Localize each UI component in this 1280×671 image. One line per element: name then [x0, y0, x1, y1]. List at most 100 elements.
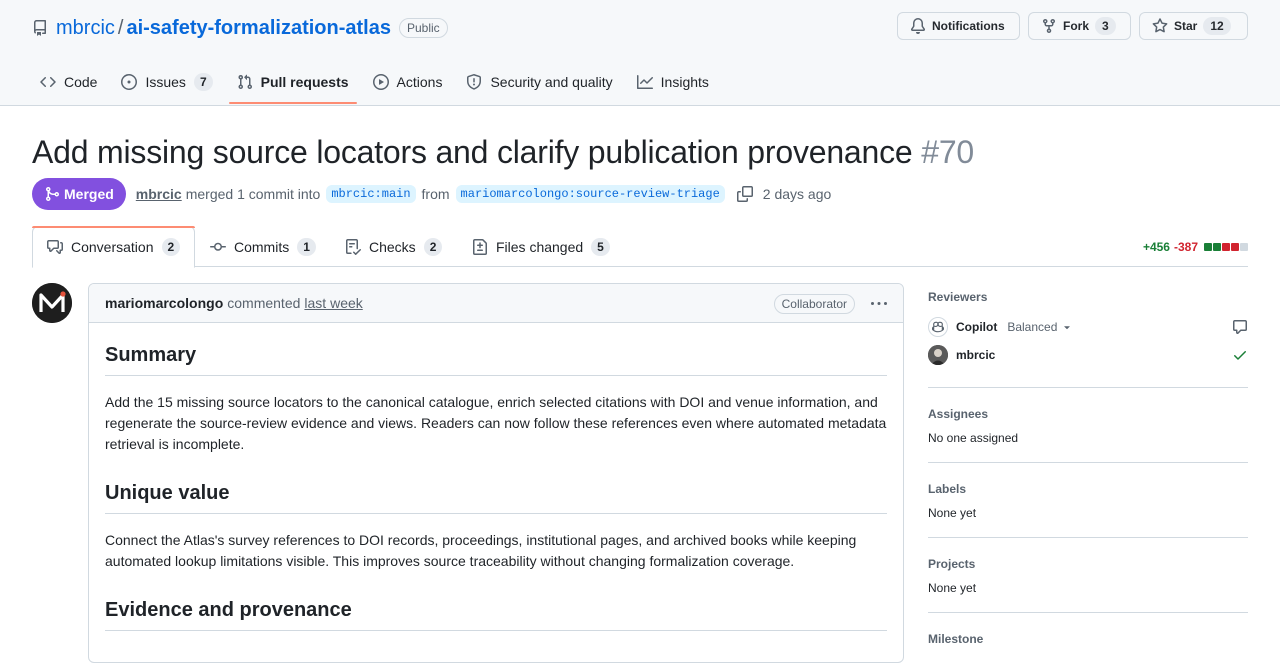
nav-issues-label: Issues	[145, 74, 186, 90]
nav-pull-requests[interactable]: Pull requests	[228, 62, 357, 104]
nav-security-label: Security and quality	[490, 74, 613, 90]
diff-block	[1204, 243, 1212, 251]
fork-count: 3	[1095, 17, 1116, 35]
comment-verb: commented	[227, 295, 301, 311]
comment-body: Summary Add the 15 missing source locato…	[89, 323, 903, 662]
milestone-section: Milestone	[928, 613, 1248, 671]
star-icon	[1152, 18, 1168, 33]
repo-actions: Notifications Fork 3 Star 12	[897, 12, 1248, 40]
visibility-badge: Public	[398, 18, 448, 38]
pr-time: 2 days ago	[762, 186, 832, 202]
repo-icon	[34, 20, 46, 36]
projects-value: None yet	[928, 581, 977, 595]
tab-files-changed-count: 5	[591, 237, 610, 256]
reviewer-avatar	[928, 345, 948, 365]
star-count: 12	[1203, 17, 1231, 35]
comment-author-link[interactable]: mariomarcolongo	[105, 295, 223, 311]
repo-header: mbrcic / ai-safety-formalization-atlas P…	[0, 0, 1280, 106]
nav-pull-requests-label: Pull requests	[260, 74, 349, 90]
base-branch[interactable]: mbrcic:main	[326, 185, 416, 203]
checklist-icon	[346, 238, 361, 255]
summary-text: Add the 15 missing source locators to th…	[105, 394, 887, 452]
triangle-down-icon	[1064, 326, 1071, 330]
commenter-avatar-icon	[32, 283, 72, 323]
pr-tabs: Conversation 2 Commits 1 Checks 2 Files …	[31, 226, 1248, 268]
reviewer-copilot: Copilot Balanced	[928, 313, 1248, 341]
collaborator-badge: Collaborator	[773, 294, 855, 314]
tab-commits[interactable]: Commits 1	[196, 226, 330, 267]
repo-title: mbrcic / ai-safety-formalization-atlas P…	[32, 14, 448, 42]
fork-button[interactable]: Fork 3	[1028, 12, 1131, 40]
from-text: from	[421, 186, 450, 202]
diff-block	[1240, 243, 1248, 251]
nav-insights[interactable]: Insights	[629, 62, 717, 102]
pr-number: #70	[921, 134, 975, 170]
pr-sidebar: Reviewers Copilot Balanced mbrcic Assign…	[928, 283, 1248, 671]
repo-name-link[interactable]: ai-safety-formalization-atlas	[126, 17, 391, 40]
tab-files-changed[interactable]: Files changed 5	[458, 226, 624, 267]
code-icon	[40, 76, 56, 88]
labels-heading[interactable]: Labels	[928, 481, 1248, 497]
milestone-heading[interactable]: Milestone	[928, 631, 1248, 647]
notifications-button[interactable]: Notifications	[897, 12, 1020, 40]
copilot-mode-select[interactable]: Balanced	[1007, 320, 1073, 334]
merged-state-badge: Merged	[32, 178, 126, 210]
reviewer-user: mbrcic	[928, 341, 1248, 369]
nav-security[interactable]: Security and quality	[458, 62, 620, 102]
nav-code-label: Code	[64, 74, 98, 90]
reviewer-user-name[interactable]: mbrcic	[956, 348, 995, 362]
merged-state-label: Merged	[64, 186, 114, 202]
pull-request-icon	[238, 74, 252, 90]
tab-conversation-count: 2	[161, 238, 181, 256]
diffstat: +456 -387	[1143, 240, 1248, 254]
tab-conversation-label: Conversation	[71, 239, 154, 255]
labels-value: None yet	[928, 506, 977, 520]
tab-commits-count: 1	[297, 237, 316, 256]
bell-icon	[910, 18, 925, 34]
repo-owner-link[interactable]: mbrcic	[56, 17, 115, 40]
tab-files-changed-label: Files changed	[496, 238, 584, 255]
nav-issues[interactable]: Issues 7	[113, 62, 220, 102]
tab-conversation[interactable]: Conversation 2	[31, 226, 196, 268]
head-branch[interactable]: mariomarcolongo:source-review-triage	[455, 185, 725, 203]
fork-label: Fork	[1063, 19, 1090, 33]
comment-icon[interactable]	[1232, 319, 1248, 335]
tab-commits-label: Commits	[234, 238, 290, 255]
star-label: Star	[1174, 19, 1198, 33]
commenter-avatar[interactable]	[32, 283, 72, 323]
tab-checks[interactable]: Checks 2	[331, 226, 456, 267]
issue-icon	[121, 74, 138, 90]
assignees-value: No one assigned	[928, 431, 1019, 445]
copilot-mode-label: Balanced	[1007, 320, 1058, 334]
diff-block	[1222, 243, 1230, 251]
diff-block	[1231, 243, 1239, 251]
comment-time-link[interactable]: last week	[304, 295, 362, 311]
projects-heading[interactable]: Projects	[928, 556, 1248, 572]
copy-icon[interactable]	[736, 186, 753, 202]
notifications-label: Notifications	[932, 19, 1005, 33]
reviewers-heading[interactable]: Reviewers	[928, 289, 1248, 305]
tab-checks-label: Checks	[369, 238, 416, 255]
fork-icon	[1043, 19, 1055, 34]
tab-checks-count: 2	[423, 237, 443, 256]
reviewer-copilot-name[interactable]: Copilot	[956, 320, 997, 334]
pr-author-link[interactable]: mbrcic	[136, 186, 182, 202]
projects-section: Projects None yet	[928, 538, 1248, 613]
comment-discussion-icon	[47, 240, 63, 254]
repo-separator: /	[117, 16, 124, 39]
comment-header: mariomarcolongo commented last week Coll…	[89, 284, 903, 323]
unique-value-text: Connect the Atlas's survey references to…	[105, 532, 857, 569]
assignees-heading[interactable]: Assignees	[928, 406, 1248, 422]
nav-actions[interactable]: Actions	[365, 62, 451, 102]
pr-title-text: Add missing source locators and clarify …	[32, 134, 913, 170]
diff-blocks	[1204, 243, 1248, 251]
evidence-heading: Evidence and provenance	[105, 596, 887, 631]
star-button[interactable]: Star 12	[1139, 12, 1248, 40]
repo-nav: Code Issues 7 Pull requests Actions Secu…	[32, 62, 725, 106]
nav-code[interactable]: Code	[32, 62, 105, 102]
copilot-icon	[932, 321, 944, 333]
nav-insights-label: Insights	[660, 74, 709, 90]
copilot-avatar	[928, 317, 948, 337]
kebab-horizontal-icon[interactable]	[871, 296, 887, 312]
shield-icon	[467, 74, 482, 90]
